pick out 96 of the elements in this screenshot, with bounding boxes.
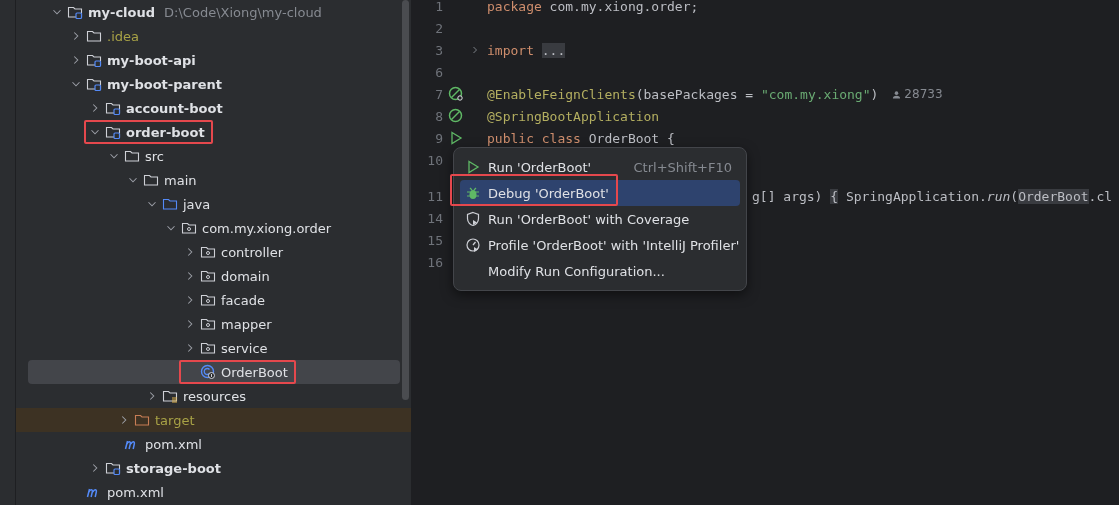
line-number: 15 — [426, 232, 443, 248]
tree-row[interactable]: target — [16, 408, 411, 432]
tree-row[interactable]: pom.xml — [28, 480, 400, 504]
tree-row[interactable]: storage-boot — [28, 456, 400, 480]
package-folder-icon — [200, 292, 216, 308]
package-folder-icon — [200, 316, 216, 332]
class-icon — [200, 364, 216, 380]
line-number: 14 — [426, 210, 443, 226]
menu-item[interactable]: Modify Run Configuration... — [460, 258, 740, 284]
folder-icon — [134, 412, 150, 428]
hint-count: 28733 — [904, 87, 943, 101]
line-number: 9 — [434, 130, 443, 146]
run-icon[interactable] — [448, 130, 464, 146]
tree-row[interactable]: facade — [28, 288, 400, 312]
tree-row[interactable]: OrderBoot — [28, 360, 400, 384]
folder-icon — [162, 388, 178, 404]
tree-label: pom.xml — [145, 436, 202, 452]
tree-label: src — [145, 148, 164, 164]
tree-row[interactable]: my-boot-api — [28, 48, 400, 72]
tree-row[interactable]: controller — [28, 240, 400, 264]
line-number: 11 — [426, 188, 443, 204]
menu-item[interactable]: Profile 'OrderBoot' with 'IntelliJ Profiler' — [460, 232, 740, 258]
line-number: 7 — [434, 86, 443, 102]
tree-label: domain — [221, 268, 270, 284]
tree-row[interactable]: mapper — [28, 312, 400, 336]
tree-label: service — [221, 340, 268, 356]
package-folder-icon — [200, 244, 216, 260]
code-line: public class OrderBoot { — [487, 130, 675, 146]
tree-row[interactable]: order-boot — [28, 120, 400, 144]
tree-label: mapper — [221, 316, 272, 332]
code-line: @SpringBootApplication — [487, 108, 660, 124]
menu-item[interactable]: Debug 'OrderBoot' — [460, 180, 740, 206]
module-folder-icon — [105, 100, 121, 116]
run-icon — [465, 159, 481, 175]
menu-item[interactable]: Run 'OrderBoot' Ctrl+Shift+F10 — [460, 154, 740, 180]
gauge-icon — [465, 237, 481, 253]
folder-icon — [162, 196, 178, 212]
code-line: package com.my.xiong.order; — [487, 0, 699, 14]
package-folder-icon — [200, 268, 216, 284]
tree-label: storage-boot — [126, 460, 221, 476]
line-number: 6 — [434, 64, 443, 80]
tree-row[interactable]: my-cloud D:\Code\Xiong\my-cloud — [28, 0, 400, 24]
line-number: 2 — [434, 20, 443, 36]
menu-item[interactable]: Run 'OrderBoot' with Coverage — [460, 206, 740, 232]
module-folder-icon — [105, 124, 121, 140]
bean-search-icon[interactable] — [448, 86, 464, 102]
tree-label: my-boot-parent — [107, 76, 222, 92]
package-folder-icon — [181, 220, 197, 236]
tree-label: .idea — [107, 28, 139, 44]
code-line: g[] args) { SpringApplication.run(OrderBoot.cl — [752, 188, 1113, 204]
tree-row[interactable]: java — [28, 192, 400, 216]
bug-icon — [465, 185, 481, 201]
tree-label: target — [155, 412, 195, 428]
module-folder-icon — [86, 52, 102, 68]
tree-label: controller — [221, 244, 284, 260]
module-folder-icon — [86, 76, 102, 92]
tree-row[interactable]: pom.xml — [28, 432, 400, 456]
line-number: 8 — [434, 108, 443, 124]
folder-icon — [143, 172, 159, 188]
tree-label: OrderBoot — [221, 364, 288, 380]
path-hint: D:\Code\Xiong\my-cloud — [164, 4, 322, 20]
line-number: 10 — [426, 152, 443, 168]
line-number: 16 — [426, 254, 443, 270]
tree-row[interactable]: main — [28, 168, 400, 192]
tree-label: java — [183, 196, 211, 212]
tree-row[interactable]: domain — [28, 264, 400, 288]
line-number: 1 — [434, 0, 443, 14]
tree-label: facade — [221, 292, 265, 308]
shield-icon — [465, 211, 481, 227]
module-folder-icon — [105, 460, 121, 476]
code-line: import ... — [487, 42, 566, 58]
tree-label: my-cloud — [88, 4, 156, 20]
scrollbar[interactable] — [402, 0, 409, 400]
tree-row[interactable]: resources — [28, 384, 400, 408]
line-number: 3 — [434, 42, 443, 58]
tree-label: resources — [183, 388, 246, 404]
tree-label: com.my.xiong.order — [202, 220, 332, 236]
tree-label: pom.xml — [107, 484, 164, 500]
code-line: @EnableFeignClients(basePackages = "com.my.xiong") — [487, 86, 879, 102]
bean-icon[interactable] — [448, 108, 464, 124]
tree-row[interactable]: account-boot — [28, 96, 400, 120]
tree-row[interactable]: src — [28, 144, 400, 168]
tree-label: main — [164, 172, 197, 188]
folder-icon — [124, 148, 140, 164]
tree-row[interactable]: service — [28, 336, 400, 360]
tree-row[interactable]: .idea — [28, 24, 400, 48]
tree-row[interactable]: my-boot-parent — [28, 72, 400, 96]
module-folder-icon — [67, 4, 83, 20]
tree-label: my-boot-api — [107, 52, 196, 68]
person-icon — [892, 89, 902, 99]
tree-row[interactable]: com.my.xiong.order — [28, 216, 400, 240]
package-folder-icon — [200, 340, 216, 356]
tree-label: order-boot — [126, 124, 205, 140]
tree-label: account-boot — [126, 100, 223, 116]
shortcut-label: Ctrl+Shift+F10 — [633, 159, 732, 175]
folder-icon — [86, 28, 102, 44]
